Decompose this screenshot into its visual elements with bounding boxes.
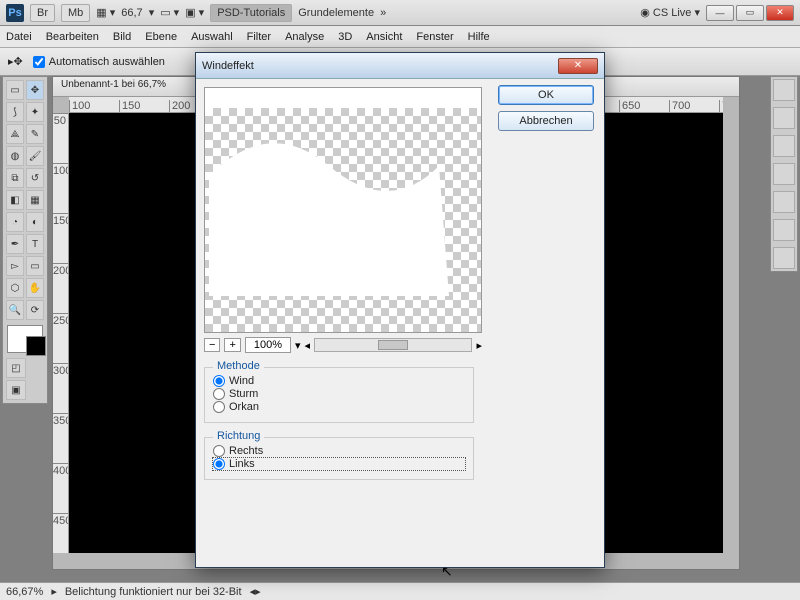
tool-brush[interactable]: 🖌	[26, 146, 44, 166]
wind-dialog: Windeffekt ✕ OK Abbrechen − + 100% ▾ ◂ ▸…	[195, 52, 605, 568]
dock-icon[interactable]	[773, 163, 795, 185]
layout-icon[interactable]: ▦ ▾	[96, 6, 115, 19]
menu-hilfe[interactable]: Hilfe	[468, 31, 490, 43]
move-tool-icon[interactable]: ▸✥	[8, 55, 23, 68]
preview-hscroll[interactable]	[314, 338, 472, 352]
tool-path[interactable]: ▻	[6, 256, 24, 276]
status-message: Belichtung funktioniert nur bei 32-Bit	[65, 586, 242, 598]
method-sturm[interactable]: Sturm	[213, 388, 465, 400]
color-swatch[interactable]	[7, 325, 43, 353]
tool-lasso[interactable]: ⟆	[6, 102, 24, 122]
dock-icon[interactable]	[773, 79, 795, 101]
tool-stamp[interactable]: ⧉	[6, 168, 24, 188]
tool-heal[interactable]: ◍	[6, 146, 24, 166]
workspace-pill-1[interactable]: PSD-Tutorials	[210, 4, 292, 22]
tool-history[interactable]: ↺	[26, 168, 44, 188]
tool-zoom[interactable]: 🔍	[6, 300, 24, 320]
maximize-button[interactable]: ▭	[736, 5, 764, 21]
toolbox: ▭✥ ⟆✦ ⟁✎ ◍🖌 ⧉↺ ◧▦ ◔◐ ✒T ▻▭ ⬡✋ 🔍⟳ ◰ ▣	[2, 76, 48, 404]
menu-fenster[interactable]: Fenster	[416, 31, 453, 43]
dock-icon[interactable]	[773, 219, 795, 241]
dock-icon[interactable]	[773, 247, 795, 269]
tool-eraser[interactable]: ◧	[6, 190, 24, 210]
zoom-out-button[interactable]: −	[204, 338, 220, 352]
view-icon[interactable]: ▭ ▾	[160, 6, 179, 19]
tool-rotate[interactable]: ⟳	[26, 300, 44, 320]
menu-3d[interactable]: 3D	[338, 31, 352, 43]
tool-wand[interactable]: ✦	[26, 102, 44, 122]
tool-marquee[interactable]: ▭	[6, 80, 24, 100]
screen-icon[interactable]: ▣ ▾	[185, 6, 204, 19]
dialog-close-button[interactable]: ✕	[558, 58, 598, 74]
tool-crop[interactable]: ⟁	[6, 124, 24, 144]
menu-bild[interactable]: Bild	[113, 31, 131, 43]
method-group: Methode Wind Sturm Orkan	[204, 367, 474, 423]
minimize-button[interactable]: —	[706, 5, 734, 21]
tool-gradient[interactable]: ▦	[26, 190, 44, 210]
menu-analyse[interactable]: Analyse	[285, 31, 324, 43]
tool-move[interactable]: ✥	[26, 80, 44, 100]
menu-ebene[interactable]: Ebene	[145, 31, 177, 43]
menu-filter[interactable]: Filter	[247, 31, 271, 43]
tool-3d[interactable]: ⬡	[6, 278, 24, 298]
status-bar: 66,67% ▸ Belichtung funktioniert nur bei…	[0, 582, 800, 600]
zoom-readout[interactable]: 66,7	[121, 7, 142, 19]
dock-icon[interactable]	[773, 135, 795, 157]
preview-box[interactable]	[204, 87, 482, 333]
bridge-chip[interactable]: Br	[30, 4, 55, 22]
tool-eyedrop[interactable]: ✎	[26, 124, 44, 144]
dock-icon[interactable]	[773, 191, 795, 213]
zoom-dropdown-icon[interactable]: ▾	[295, 339, 301, 352]
menu-ansicht[interactable]: Ansicht	[366, 31, 402, 43]
method-legend: Methode	[213, 360, 264, 372]
menu-bearbeiten[interactable]: Bearbeiten	[46, 31, 99, 43]
tool-shape[interactable]: ▭	[26, 256, 44, 276]
tool-type[interactable]: T	[26, 234, 44, 254]
direction-links[interactable]: Links	[213, 458, 465, 470]
tool-dodge[interactable]: ◐	[26, 212, 44, 232]
direction-legend: Richtung	[213, 430, 264, 442]
direction-rechts[interactable]: Rechts	[213, 445, 465, 457]
ruler-vertical: 50100150200250300350400450500550	[53, 113, 69, 553]
status-zoom[interactable]: 66,67%	[6, 586, 43, 598]
quickmask-icon[interactable]: ◰	[6, 358, 26, 378]
zoom-in-button[interactable]: +	[224, 338, 240, 352]
zoom-percent[interactable]: 100%	[245, 337, 291, 353]
cslive-button[interactable]: ◉ CS Live ▾	[640, 6, 700, 19]
menu-bar: Datei Bearbeiten Bild Ebene Auswahl Filt…	[0, 26, 800, 48]
menu-auswahl[interactable]: Auswahl	[191, 31, 233, 43]
tool-pen[interactable]: ✒	[6, 234, 24, 254]
screenmode-icon[interactable]: ▣	[6, 380, 26, 400]
close-button[interactable]: ✕	[766, 5, 794, 21]
tool-hand[interactable]: ✋	[26, 278, 44, 298]
workspace-pill-2[interactable]: Grundelemente	[298, 7, 374, 19]
direction-group: Richtung Rechts Links	[204, 437, 474, 480]
right-dock	[770, 76, 798, 272]
dialog-titlebar[interactable]: Windeffekt ✕	[196, 53, 604, 79]
method-orkan[interactable]: Orkan	[213, 401, 465, 413]
minibridge-chip[interactable]: Mb	[61, 4, 90, 22]
overflow-icon[interactable]: »	[380, 7, 386, 19]
dock-icon[interactable]	[773, 107, 795, 129]
cancel-button[interactable]: Abbrechen	[498, 111, 594, 131]
ok-button[interactable]: OK	[498, 85, 594, 105]
app-logo: Ps	[6, 4, 24, 22]
dialog-title-text: Windeffekt	[202, 60, 254, 72]
app-bar: Ps Br Mb ▦ ▾ 66,7▾ ▭ ▾ ▣ ▾ PSD-Tutorials…	[0, 0, 800, 26]
method-wind[interactable]: Wind	[213, 375, 465, 387]
menu-datei[interactable]: Datei	[6, 31, 32, 43]
auto-select-checkbox[interactable]: Automatisch auswählen	[33, 56, 165, 68]
tool-blur[interactable]: ◔	[6, 212, 24, 232]
